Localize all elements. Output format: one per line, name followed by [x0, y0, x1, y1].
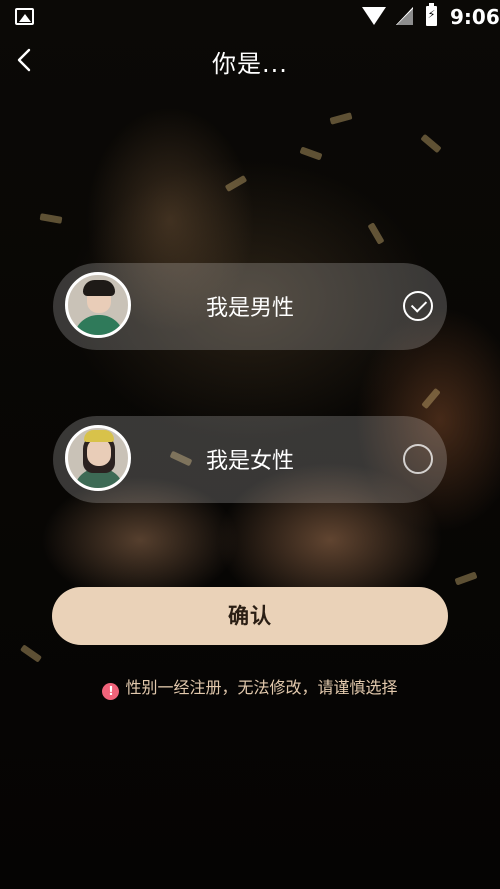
picture-icon	[15, 8, 34, 25]
radio-unchecked-icon[interactable]	[403, 444, 433, 474]
status-time: 9:06	[450, 5, 500, 29]
radio-checked-icon[interactable]	[403, 291, 433, 321]
confirm-button[interactable]: 确认	[52, 587, 448, 645]
exclamation-icon: !	[102, 683, 120, 700]
confetti-decoration	[421, 387, 441, 410]
checkmark-icon	[410, 296, 428, 313]
confetti-decoration	[224, 174, 248, 193]
page-title: 你是...	[212, 50, 288, 78]
confetti-decoration	[454, 571, 478, 586]
option-male-label: 我是男性	[205, 296, 294, 321]
option-female[interactable]: 我是女性	[53, 416, 447, 503]
status-bar: 9:06	[0, 0, 500, 34]
wifi-icon	[362, 7, 386, 25]
confetti-decoration	[329, 112, 353, 125]
option-male[interactable]: 我是男性	[53, 263, 447, 350]
notice-text: 性别一经注册，无法修改，请谨慎选择	[125, 678, 398, 697]
confetti-decoration	[39, 213, 63, 224]
confetti-decoration	[19, 644, 43, 663]
battery-icon	[426, 3, 437, 26]
confetti-decoration	[420, 133, 442, 154]
gender-notice: ! 性别一经注册，无法修改，请谨慎选择	[0, 674, 500, 700]
option-female-label: 我是女性	[205, 449, 294, 474]
signal-icon	[396, 7, 413, 25]
confetti-decoration	[367, 222, 385, 245]
confetti-decoration	[299, 146, 323, 161]
